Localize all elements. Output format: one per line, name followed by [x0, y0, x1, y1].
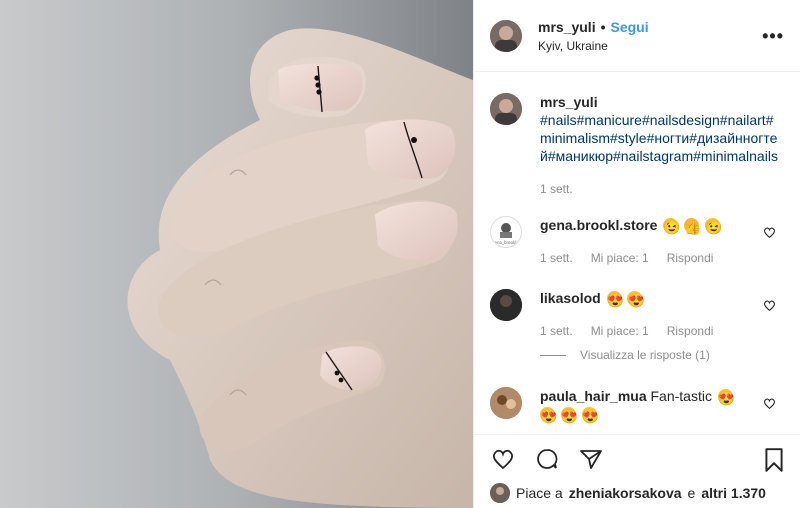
- comment-likes[interactable]: Mi piace: 1: [591, 249, 649, 267]
- comment-icon[interactable]: [534, 447, 560, 471]
- comment-item: paula_hair_mua Fan-tastic 😍 😍 😍 😍: [474, 387, 800, 424]
- thumbs-up-emoji: 👍: [684, 218, 702, 235]
- separator-dot: •: [600, 18, 606, 35]
- heart-eyes-emoji: 😍: [717, 389, 736, 406]
- commenter-avatar[interactable]: gena_brooklin: [490, 216, 522, 248]
- caption-avatar[interactable]: [490, 93, 522, 125]
- svg-text:gena_brooklin: gena_brooklin: [492, 240, 521, 245]
- liker-avatar[interactable]: [490, 483, 510, 503]
- heart-eyes-emoji: 😍: [581, 407, 600, 424]
- more-icon[interactable]: •••: [762, 26, 784, 47]
- comments-list: mrs_yuli #nails#manicure#nailsdesign#nai…: [474, 72, 800, 434]
- heart-eyes-emoji: 😍: [606, 291, 625, 308]
- follow-button[interactable]: Segui: [611, 19, 649, 35]
- nail-art-photo: [0, 0, 473, 508]
- caption: mrs_yuli #nails#manicure#nailsdesign#nai…: [474, 93, 800, 198]
- view-replies-button[interactable]: Visualizza le risposte (1): [540, 348, 710, 362]
- post-header: mrs_yuli • Segui Kyiv, Ukraine •••: [474, 0, 800, 72]
- bookmark-icon[interactable]: [763, 447, 785, 473]
- like-heart-icon[interactable]: [490, 447, 516, 471]
- caption-time[interactable]: 1 sett.: [540, 180, 573, 198]
- comment-item: gena_brooklin gena.brookl.store 😉 👍 😉 1 …: [474, 216, 800, 267]
- comment-time[interactable]: 1 sett.: [540, 322, 573, 340]
- author-username[interactable]: mrs_yuli: [538, 19, 596, 35]
- reply-button[interactable]: Rispondi: [667, 249, 714, 267]
- post-panel: mrs_yuli • Segui Kyiv, Ukraine ••• mrs_y…: [473, 0, 800, 508]
- commenter-avatar[interactable]: [490, 387, 522, 419]
- comment-username[interactable]: gena.brookl.store: [540, 217, 657, 233]
- likes-count[interactable]: altri 1.370: [701, 485, 766, 501]
- wink-emoji: 😉: [705, 218, 723, 235]
- comment-username[interactable]: paula_hair_mua: [540, 388, 647, 404]
- likes-conj: e: [687, 485, 696, 501]
- post-photo: [0, 0, 473, 508]
- caption-username[interactable]: mrs_yuli: [540, 93, 784, 111]
- comment-username[interactable]: likasolod: [540, 290, 601, 306]
- author-avatar[interactable]: [490, 19, 522, 52]
- heart-eyes-emoji: 😍: [540, 407, 558, 424]
- post-location[interactable]: Kyiv, Ukraine: [538, 39, 649, 53]
- comment-text: Fan-tastic: [650, 388, 712, 404]
- view-replies-label[interactable]: Visualizza le risposte (1): [580, 348, 710, 362]
- comment-time[interactable]: 1 sett.: [540, 249, 573, 267]
- heart-icon[interactable]: [763, 299, 776, 312]
- reply-button[interactable]: Rispondi: [667, 322, 714, 340]
- heart-icon[interactable]: [763, 226, 776, 239]
- post-actions: [474, 434, 800, 484]
- wink-emoji: 😉: [663, 218, 681, 235]
- comment-likes[interactable]: Mi piace: 1: [591, 322, 649, 340]
- share-icon[interactable]: [578, 447, 604, 471]
- heart-eyes-emoji: 😍: [560, 407, 579, 424]
- comment-item: likasolod 😍 😍 1 sett. Mi piace: 1 Rispon…: [474, 289, 800, 340]
- replies-divider: [540, 354, 566, 356]
- heart-eyes-emoji: 😍: [627, 291, 645, 308]
- likes-prefix: Piace a: [516, 485, 563, 501]
- heart-icon[interactable]: [763, 397, 776, 410]
- caption-hashtags[interactable]: #nails#manicure#nailsdesign#nailart#mini…: [540, 111, 784, 165]
- likes-summary: Piace a zheniakorsakova e altri 1.370: [490, 483, 766, 503]
- liker-username[interactable]: zheniakorsakova: [569, 485, 682, 501]
- commenter-avatar[interactable]: [490, 289, 522, 321]
